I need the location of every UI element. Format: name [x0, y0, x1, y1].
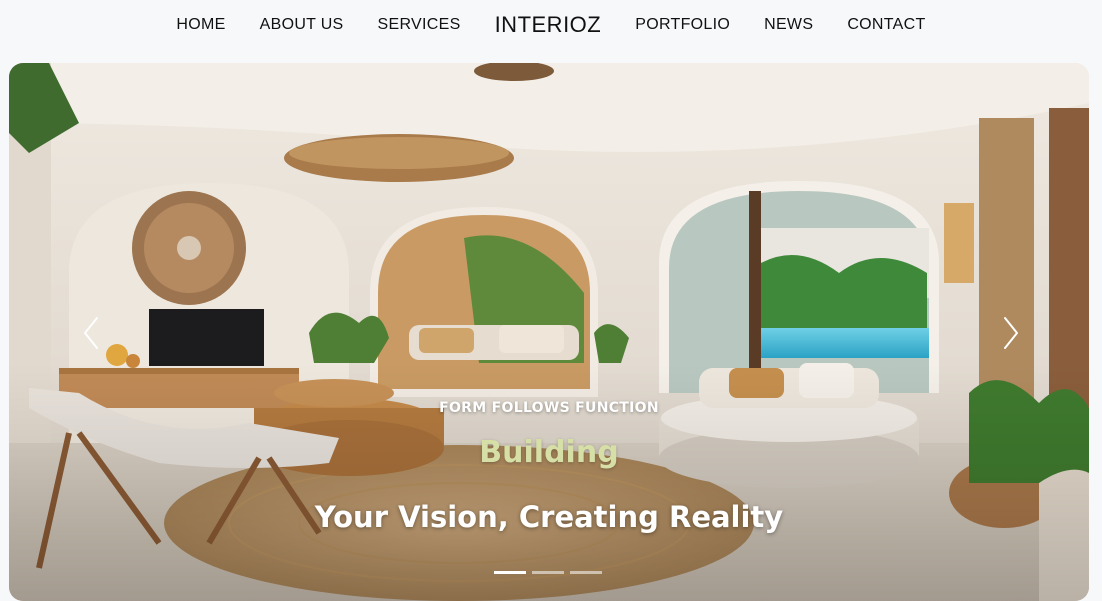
- hero-headline: Building: [479, 435, 619, 470]
- nav-home[interactable]: HOME: [159, 16, 242, 34]
- chevron-left-icon[interactable]: [77, 313, 107, 353]
- slider-pagination: [494, 571, 602, 574]
- hero-subline: Your Vision, Creating Reality: [314, 500, 784, 534]
- brand-logo[interactable]: INTERIOZ: [478, 12, 619, 38]
- nav-about-us[interactable]: ABOUT US: [243, 16, 361, 34]
- nav-contact[interactable]: CONTACT: [830, 16, 942, 34]
- nav-services[interactable]: SERVICES: [361, 16, 478, 34]
- chevron-right-icon[interactable]: [995, 313, 1025, 353]
- hero-eyebrow: FORM FOLLOWS FUNCTION: [439, 400, 659, 416]
- main-nav: HOME ABOUT US SERVICES INTERIOZ PORTFOLI…: [0, 0, 1102, 50]
- hero-slider: FORM FOLLOWS FUNCTION Building Your Visi…: [9, 63, 1089, 601]
- slide-indicator-1[interactable]: [494, 571, 526, 574]
- nav-portfolio[interactable]: PORTFOLIO: [618, 16, 747, 34]
- slide-indicator-3[interactable]: [570, 571, 602, 574]
- slide-indicator-2[interactable]: [532, 571, 564, 574]
- nav-news[interactable]: NEWS: [747, 16, 830, 34]
